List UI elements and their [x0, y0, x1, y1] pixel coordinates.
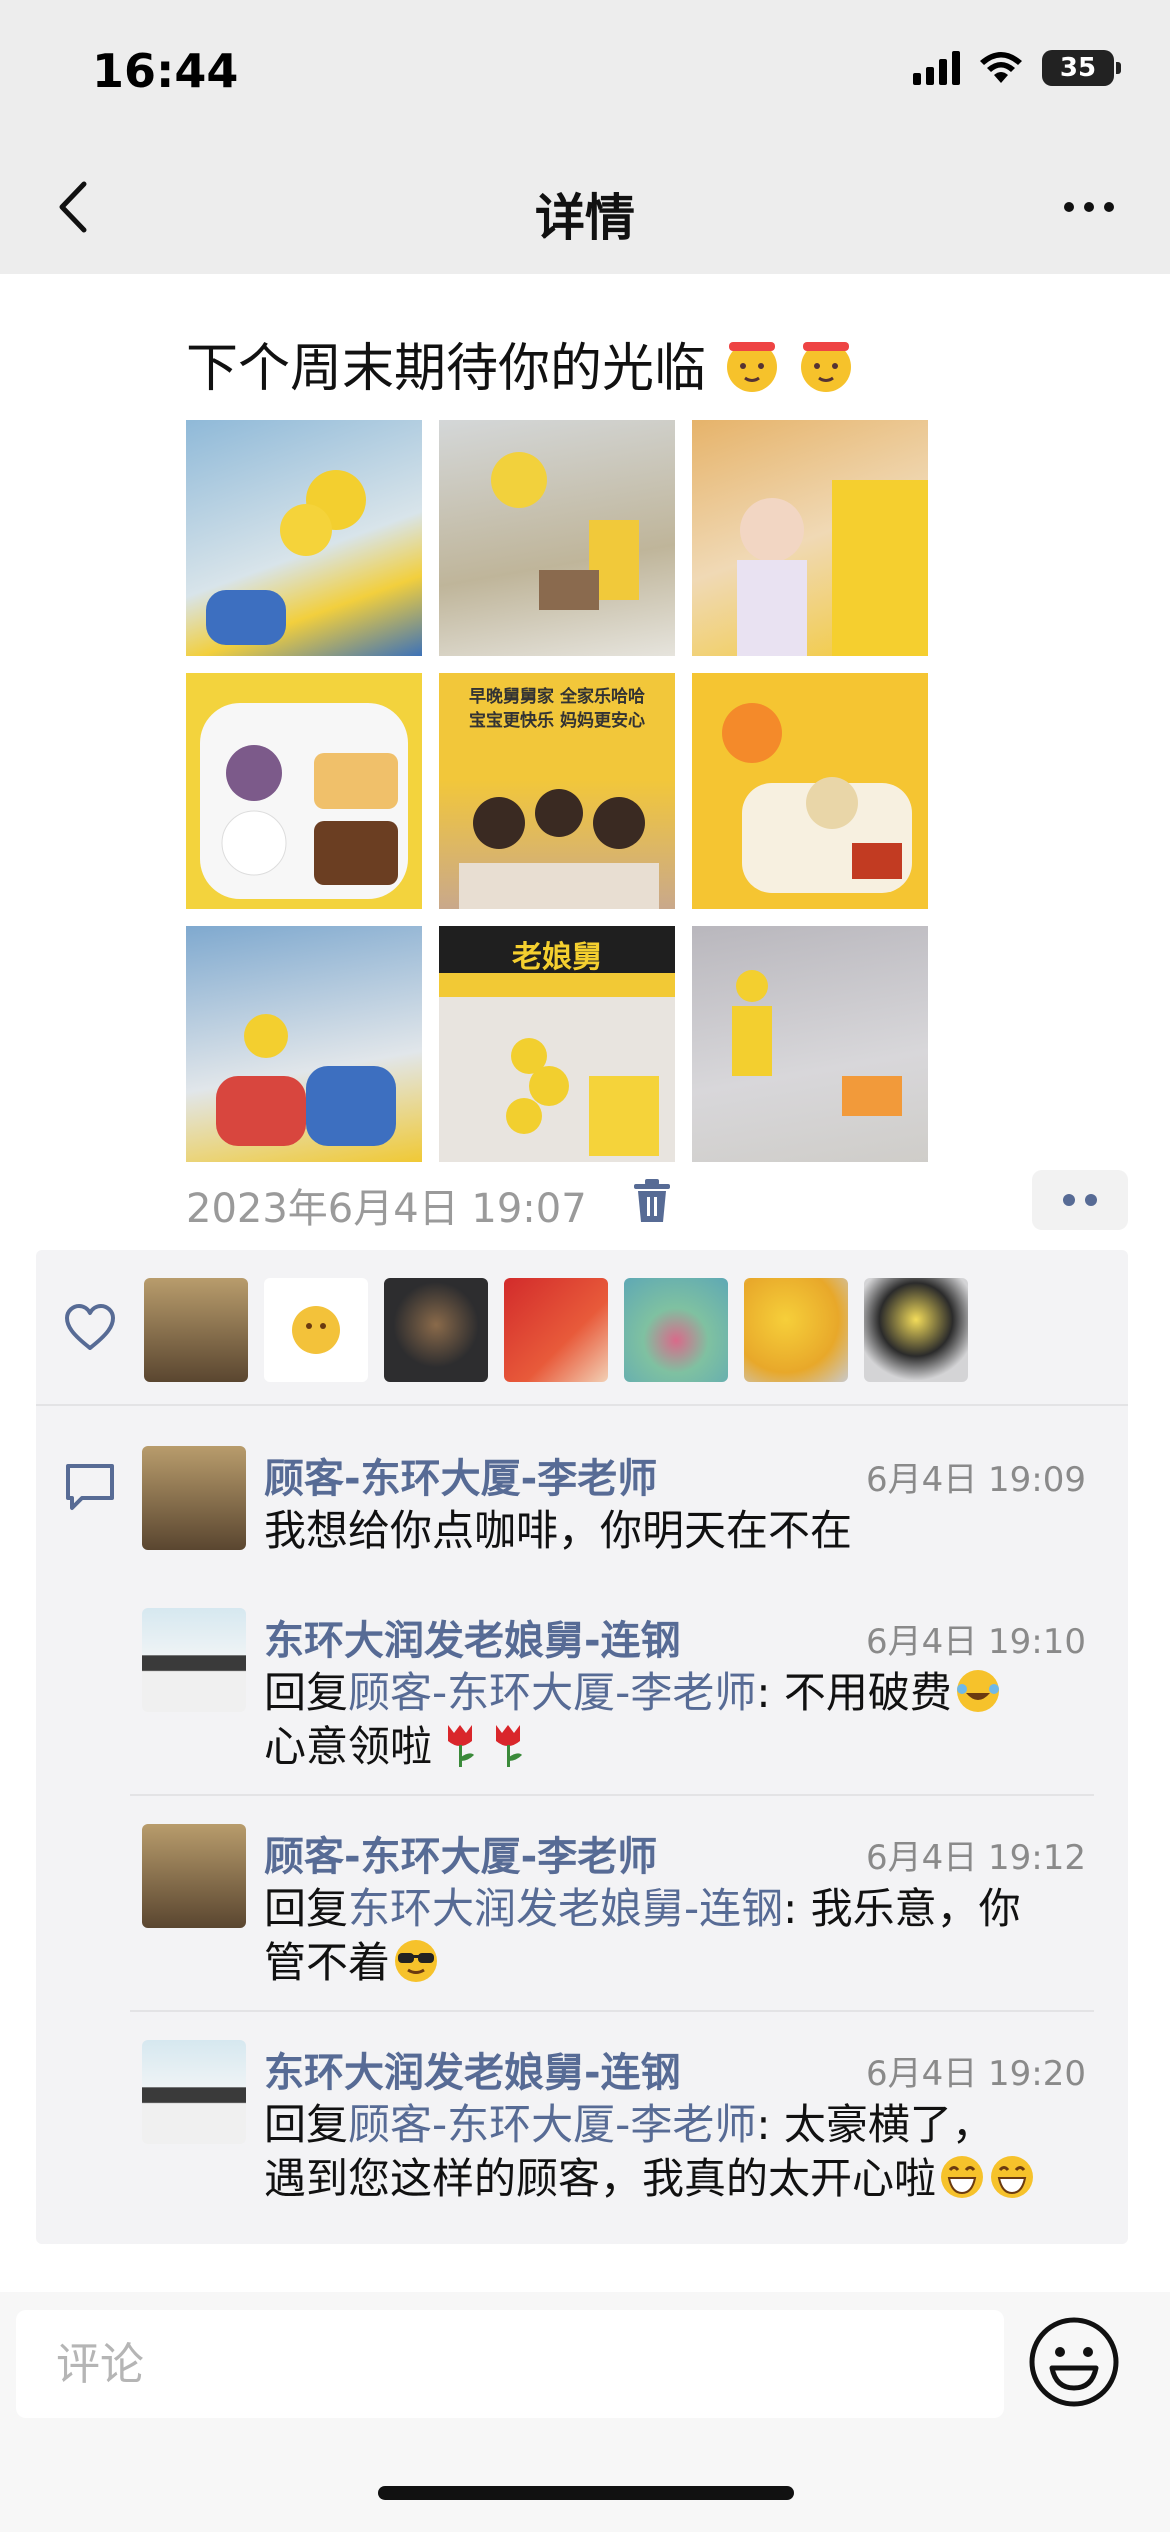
avatar[interactable]: [624, 1278, 728, 1382]
reply-prefix: 回复: [264, 1884, 349, 1933]
comment-author[interactable]: 东环大润发老娘舅-连钢: [264, 2040, 681, 2098]
like-avatars: [144, 1278, 968, 1382]
avatar[interactable]: [142, 1446, 246, 1550]
comment-text: 回复东环大润发老娘舅-连钢: 我乐意，你 管不着: [264, 1882, 1090, 1990]
photo-content: [206, 470, 366, 645]
comment-time: 6月4日 19:09: [865, 1460, 1086, 1500]
avatar[interactable]: [142, 2040, 246, 2144]
laughing-tears-emoji-icon: [956, 1670, 999, 1712]
avatar[interactable]: [864, 1278, 968, 1382]
post-text: 下个周末期待你的光临: [186, 326, 855, 401]
photo-content: [722, 703, 912, 893]
avatar[interactable]: [264, 1278, 368, 1382]
reply-prefix: 回复: [264, 2100, 349, 2149]
photo-content: [732, 970, 902, 1116]
cellular-signal-icon: [913, 51, 960, 85]
ellipsis-dot: [1084, 202, 1094, 212]
comment-text-line1: : 太豪横了，: [756, 2100, 994, 2149]
comment-text-line1: : 不用破费: [756, 1668, 952, 1717]
avatar-face: [292, 1306, 340, 1354]
comment-author[interactable]: 顾客-东环大厦-李老师: [264, 1446, 657, 1504]
post-timestamp: 2023年6月4日 19:07: [186, 1186, 587, 1232]
photo-caption: 老娘舅: [512, 940, 602, 975]
avatar[interactable]: [504, 1278, 608, 1382]
comment-divider: [130, 1794, 1094, 1796]
wifi-icon: [980, 52, 1022, 83]
status-icons: 35: [913, 50, 1121, 86]
post-photo[interactable]: 早晚舅舅家 全家乐哈哈 宝宝更快乐 妈妈更安心: [439, 673, 675, 909]
ellipsis-icon: [1064, 202, 1074, 212]
comment-author[interactable]: 东环大润发老娘舅-连钢: [264, 1608, 681, 1666]
heart-icon: [65, 1304, 115, 1350]
post-photo[interactable]: [186, 420, 422, 656]
interaction-menu-button[interactable]: [1032, 1170, 1128, 1230]
nav-bar: 详情: [0, 140, 1170, 274]
post-photo[interactable]: [186, 926, 422, 1162]
comment-icon: [66, 1464, 114, 1510]
comment-text: 我想给你点咖啡，你明天在不在: [264, 1506, 853, 1555]
post-photo[interactable]: [186, 673, 422, 909]
more-button[interactable]: [1044, 172, 1134, 242]
avatar[interactable]: [384, 1278, 488, 1382]
ellipsis-dot: [1104, 202, 1114, 212]
grinning-emoji-icon: [991, 2156, 1034, 2198]
comment-author[interactable]: 顾客-东环大厦-李老师: [264, 1824, 657, 1882]
post-photo[interactable]: [439, 420, 675, 656]
reply-target[interactable]: 顾客-东环大厦-李老师: [348, 1668, 756, 1717]
interaction-panel: 顾客-东环大厦-李老师 6月4日 19:09 我想给你点咖啡，你明天在不在 东环…: [36, 1250, 1128, 2244]
post-photo[interactable]: 老娘舅: [439, 926, 675, 1162]
comment-item[interactable]: 东环大润发老娘舅-连钢 6月4日 19:20 回复顾客-东环大厦-李老师: 太豪…: [130, 2040, 1090, 2220]
comment-divider: [130, 2010, 1094, 2012]
photo-content: [216, 1014, 396, 1146]
dot: [1085, 1194, 1097, 1206]
comment-time: 6月4日 19:20: [865, 2054, 1086, 2094]
tulip-icon: [448, 1725, 475, 1767]
home-indicator: [378, 2486, 794, 2500]
post-photo[interactable]: [692, 420, 928, 656]
comment-item[interactable]: 东环大润发老娘舅-连钢 6月4日 19:10 回复顾客-东环大厦-李老师: 不用…: [130, 1608, 1090, 1771]
photo-grid: 早晚舅舅家 全家乐哈哈 宝宝更快乐 妈妈更安心 老娘舅: [186, 420, 928, 1162]
trash-icon[interactable]: [630, 1178, 674, 1224]
post-photo[interactable]: [692, 926, 928, 1162]
comment-input[interactable]: [16, 2310, 1004, 2418]
page-title: 详情: [535, 189, 635, 247]
avatar[interactable]: [142, 1824, 246, 1928]
photo-content: [737, 480, 928, 656]
status-bar: 16:44 35: [0, 0, 1170, 140]
photo-caption: 早晚舅舅家 全家乐哈哈 宝宝更快乐 妈妈更安心: [469, 687, 645, 731]
comment-item[interactable]: 顾客-东环大厦-李老师 6月4日 19:12 回复东环大润发老娘舅-连钢: 我乐…: [130, 1824, 1090, 1987]
comment-time: 6月4日 19:10: [865, 1622, 1086, 1662]
comment-text: 回复顾客-东环大厦-李老师: 太豪横了， 遇到您这样的顾客，我真的太开心啦: [264, 2098, 1090, 2206]
dot: [1063, 1194, 1075, 1206]
post-photo[interactable]: [692, 673, 928, 909]
photo-content: [491, 452, 639, 610]
tulip-icon: [496, 1725, 523, 1767]
comment-text-line2: 心意领啦: [264, 1722, 433, 1771]
comment-text: 回复顾客-东环大厦-李老师: 不用破费 心意领啦: [264, 1666, 1090, 1774]
photo-content: [200, 703, 408, 899]
avatar[interactable]: [142, 1608, 246, 1712]
battery-indicator: 35: [1042, 50, 1121, 86]
reply-target[interactable]: 顾客-东环大厦-李老师: [348, 2100, 756, 2149]
post-text-content: 下个周末期待你的光临: [186, 339, 707, 399]
grinning-emoji-icon: [941, 2156, 984, 2198]
comment-time: 6月4日 19:12: [865, 1838, 1086, 1878]
emoji-picker-icon[interactable]: [1026, 2314, 1122, 2410]
avatar[interactable]: [144, 1278, 248, 1382]
comment-text-line2: 管不着: [264, 1938, 391, 1987]
avatar[interactable]: [744, 1278, 848, 1382]
reply-prefix: 回复: [264, 1668, 349, 1717]
comment-text-line2: 遇到您这样的顾客，我真的太开心啦: [264, 2154, 937, 2203]
comment-text-line1: : 我乐意，你: [783, 1884, 1021, 1933]
blushing-emoji-icon: [801, 342, 852, 392]
comment-item[interactable]: 顾客-东环大厦-李老师 6月4日 19:09 我想给你点咖啡，你明天在不在: [130, 1446, 1090, 1566]
blushing-emoji-icon: [726, 342, 777, 392]
sunglasses-emoji-icon: [395, 1940, 438, 1982]
reply-target[interactable]: 东环大润发老娘舅-连钢: [348, 1884, 783, 1933]
likes-row: [36, 1250, 1128, 1406]
status-time: 16:44: [92, 44, 239, 98]
